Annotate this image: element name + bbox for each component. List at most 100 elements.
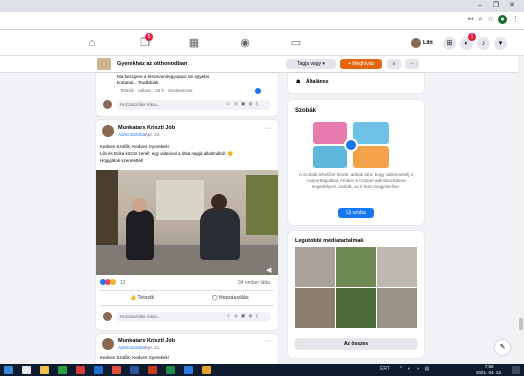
- author-avatar[interactable]: [102, 338, 114, 350]
- apps-icon[interactable]: ⊞: [443, 37, 456, 50]
- groups-icon[interactable]: ◉: [237, 36, 253, 50]
- video-person-right-head: [211, 194, 227, 210]
- profile-icon[interactable]: ●: [498, 15, 507, 24]
- avatar: [103, 100, 112, 109]
- like-label: Tetszik: [137, 295, 155, 301]
- group-bar: [0, 56, 524, 73]
- media-grid: [295, 247, 417, 329]
- author-role: Adminisztrátor: [118, 132, 147, 137]
- maximize-icon[interactable]: ❐: [490, 1, 502, 11]
- post-menu-icon[interactable]: ···: [264, 338, 271, 345]
- prev-post-text-1: Ma beszgrve a tészevonóegyoppoi ssi egye…: [117, 74, 210, 79]
- app-icon[interactable]: [94, 366, 103, 374]
- new-room-button[interactable]: Új szoba: [338, 208, 374, 218]
- notification-center-icon[interactable]: [512, 366, 520, 374]
- group-thumbnail[interactable]: [97, 58, 111, 70]
- divider: [100, 305, 274, 306]
- search-icon[interactable]: ⌕: [476, 15, 485, 24]
- media-thumbnail[interactable]: [336, 247, 376, 287]
- start-icon[interactable]: [4, 366, 13, 374]
- view-count[interactable]: 34 ember látta: [238, 280, 270, 286]
- author-name[interactable]: Munkatars Kriszti Jób: [118, 125, 175, 131]
- more-options-icon[interactable]: ···: [405, 59, 419, 69]
- video-window: [156, 180, 204, 220]
- post-time[interactable]: Ápr. 22.: [145, 132, 161, 137]
- marketplace-icon[interactable]: ▦: [186, 36, 202, 50]
- bell-icon[interactable]: ♪: [477, 37, 490, 50]
- menu-icon[interactable]: ⋮: [511, 15, 520, 24]
- illustration-tile: [353, 146, 389, 168]
- post-menu-icon[interactable]: ···: [264, 125, 271, 132]
- comment-placeholder: Hozzászólás írása...: [120, 314, 161, 319]
- clock-date: 2021. 04. 22.: [476, 369, 503, 375]
- post-text-1: Kedves Szülők, Kedves Gyerekek!: [100, 144, 170, 149]
- volume-icon[interactable]: ◀: [266, 266, 271, 274]
- media-thumbnail[interactable]: [295, 247, 335, 287]
- chrome-icon[interactable]: [184, 366, 193, 374]
- joined-button[interactable]: Tagja vagy ▾: [286, 59, 336, 69]
- excel-icon[interactable]: [166, 366, 175, 374]
- general-icon: ☗: [296, 79, 301, 85]
- powerpoint-icon[interactable]: [148, 366, 157, 374]
- notification-badge: 5: [145, 33, 153, 41]
- comment-button[interactable]: ◯ Hozzászólás: [212, 295, 249, 301]
- illustration-tile: [313, 146, 347, 168]
- divider: [100, 290, 274, 291]
- invite-label: Meghívás: [352, 61, 374, 67]
- video-person-right: [200, 208, 240, 260]
- minimize-icon[interactable]: –: [474, 1, 486, 11]
- comment-tools-icon[interactable]: ☺ ◎ ▣ ◍ ▯: [226, 101, 259, 107]
- search-group-icon[interactable]: ⌕: [387, 59, 401, 69]
- general-label[interactable]: Általános: [306, 79, 329, 85]
- home-icon[interactable]: ⌂: [84, 36, 100, 50]
- see-all-button[interactable]: Az összes: [295, 338, 417, 350]
- app-icon[interactable]: [58, 366, 67, 374]
- chevron-down-icon[interactable]: ▾: [494, 37, 507, 50]
- close-icon[interactable]: ✕: [506, 1, 518, 11]
- avatar[interactable]: [411, 38, 421, 48]
- author-role: Adminisztrátor: [118, 345, 147, 350]
- media-thumbnail[interactable]: [377, 247, 417, 287]
- clock[interactable]: 7:56 2021. 04. 22.: [476, 364, 502, 375]
- prev-post-text-2: kortanai... Továbbiak: [117, 80, 159, 85]
- rooms-illustration: [313, 122, 389, 168]
- comment-label: Hozzászólás: [219, 295, 249, 301]
- explorer-icon[interactable]: [40, 366, 49, 374]
- app-icon[interactable]: [202, 366, 211, 374]
- user-name[interactable]: Lilit: [423, 40, 433, 46]
- post-time[interactable]: Ápr. 21.: [145, 345, 161, 350]
- post-text-2: Lilit és Erika közös zenél: egy videóval…: [100, 151, 234, 156]
- rooms-title: Szobák: [295, 108, 317, 114]
- like-button[interactable]: 👍 Tetszik: [130, 295, 154, 301]
- new-message-icon[interactable]: ✎: [495, 340, 510, 355]
- comment-tools-icon[interactable]: ☺ ◎ ▣ ◍ ▯: [226, 313, 259, 319]
- invite-button[interactable]: + Meghívás: [340, 59, 382, 69]
- video-plant: [246, 175, 278, 235]
- back-icon[interactable]: ↤: [466, 15, 475, 24]
- address-bar[interactable]: [0, 12, 524, 30]
- media-thumbnail[interactable]: [377, 288, 417, 328]
- prev-post-meta: Tetszik · Válasz · 20 h · Szerkesztve: [120, 88, 193, 93]
- tray-text: ÉRT: [380, 366, 390, 372]
- avatar: [103, 312, 112, 321]
- scrollbar-thumb[interactable]: [519, 318, 523, 330]
- haha-reaction-icon: [110, 279, 116, 285]
- gaming-icon[interactable]: ▭: [288, 36, 304, 50]
- search-taskbar-icon[interactable]: [22, 366, 31, 374]
- app-icon[interactable]: [76, 366, 85, 374]
- comment-placeholder: Hozzászólás írása...: [120, 102, 161, 107]
- media-thumbnail[interactable]: [295, 288, 335, 328]
- messenger-icon: [344, 138, 358, 152]
- app-icon[interactable]: [112, 366, 121, 374]
- media-thumbnail[interactable]: [336, 288, 376, 328]
- star-icon[interactable]: ☆: [486, 15, 495, 24]
- illustration-tile: [313, 122, 347, 144]
- tray-icons[interactable]: ^ ◐ ◑ ▤: [400, 366, 431, 372]
- reaction-count[interactable]: 12: [120, 280, 126, 286]
- post-text-1: Kedves Szülők, Kedves Gyerekek!: [100, 355, 170, 360]
- group-name[interactable]: Gyerekház az otthonodban: [117, 61, 187, 67]
- post-video[interactable]: [96, 170, 278, 275]
- word-icon[interactable]: [130, 366, 139, 374]
- author-avatar[interactable]: [102, 125, 114, 137]
- author-name[interactable]: Munkatars Kriszti Jób: [118, 338, 175, 344]
